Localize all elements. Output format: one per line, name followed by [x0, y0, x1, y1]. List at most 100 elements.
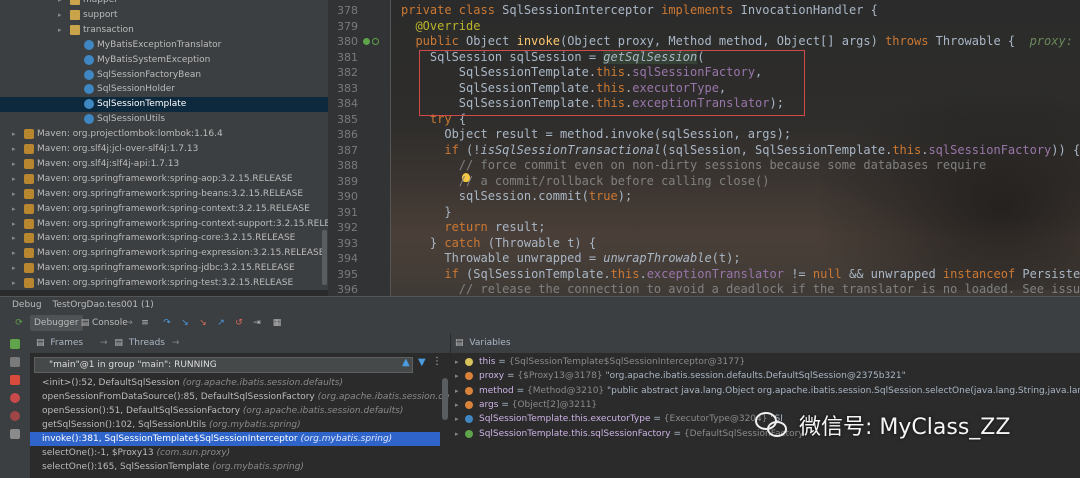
tree-item[interactable]: MyBatisExceptionTranslator	[0, 38, 328, 53]
step-out-icon[interactable]: ↗	[216, 318, 226, 328]
console-arrow-icon[interactable]: →	[124, 318, 134, 328]
next-frame-icon[interactable]: ▼	[418, 357, 426, 368]
expand-arrow-icon[interactable]: ▸	[12, 246, 20, 261]
expand-arrow-icon[interactable]: ▸	[12, 127, 20, 142]
tree-item[interactable]: ▸ Maven: org.springframework:spring-expre…	[0, 246, 328, 261]
expand-arrow-icon[interactable]: ▸	[12, 172, 20, 187]
code-line[interactable]: @Override	[401, 19, 480, 35]
expand-arrow-icon[interactable]: ▸	[12, 157, 20, 172]
code-line[interactable]: if (SqlSessionTemplate.this.exceptionTra…	[401, 267, 1080, 283]
expand-arrow-icon[interactable]: ▸	[12, 231, 20, 246]
code-line[interactable]: if (!isSqlSessionTransactional(sqlSessio…	[401, 143, 1080, 159]
breakpoint-icon[interactable]	[363, 38, 370, 45]
stack-frame-row[interactable]: getSqlSession():102, SqlSessionUtils (or…	[30, 418, 440, 432]
expand-arrow-icon[interactable]: ▸	[455, 384, 459, 398]
frames-tab[interactable]: Frames	[50, 338, 83, 348]
stack-frame-row[interactable]: selectOne():-1, $Proxy13 (com.sun.proxy)	[30, 446, 440, 460]
variable-row[interactable]: ▸ method = {Method@3210} "public abstract…	[451, 384, 1080, 398]
expand-arrow-icon[interactable]: ▸	[12, 217, 20, 232]
evaluate-expression-icon[interactable]: ▦	[272, 318, 282, 328]
code-line[interactable]: }	[401, 205, 451, 221]
tree-item[interactable]: ▸ Maven: org.springframework:spring-test:…	[0, 276, 328, 290]
settings-icon[interactable]	[10, 429, 20, 439]
tree-item[interactable]: ▸ Maven: org.springframework:spring-conte…	[0, 217, 328, 232]
code-token: Persisten	[1022, 266, 1080, 281]
variables-tab[interactable]: Variables	[469, 338, 510, 348]
tree-item[interactable]: MyBatisSystemException	[0, 53, 328, 68]
tree-item[interactable]: SqlSessionTemplate	[0, 97, 328, 113]
expand-arrow-icon[interactable]: ▸	[58, 0, 66, 8]
tree-item[interactable]: ▸ Maven: org.springframework:spring-conte…	[0, 202, 328, 217]
stack-frame-row[interactable]: selectOne():165, SqlSessionTemplate (org…	[30, 460, 440, 474]
filter-icon[interactable]: ⋮	[432, 356, 442, 367]
code-line[interactable]: // force commit even on non-dirty sessio…	[401, 158, 986, 174]
tree-item[interactable]: ▸ Maven: org.slf4j:jcl-over-slf4j:1.7.13	[0, 142, 328, 157]
code-token: (Throwable t) {	[487, 235, 597, 250]
step-into-icon[interactable]: ↘	[180, 318, 190, 328]
code-line[interactable]: } catch (Throwable t) {	[401, 236, 596, 252]
thread-selector[interactable]: "main"@1 in group "main": RUNNING ▾	[34, 357, 413, 373]
tree-item[interactable]: ▸ Maven: org.springframework:spring-core:…	[0, 231, 328, 246]
expand-arrow-icon[interactable]: ▸	[455, 369, 459, 383]
code-line[interactable]: // a commit/rollback before calling clos…	[401, 174, 770, 190]
code-line[interactable]: return result;	[401, 220, 545, 236]
frames-scrollbar[interactable]	[442, 378, 448, 420]
tree-item[interactable]: SqlSessionUtils	[0, 112, 328, 127]
stack-frame-row[interactable]: <init>():52, DefaultSqlSession (org.apac…	[30, 376, 440, 390]
stop-icon[interactable]	[10, 375, 20, 385]
code-line[interactable]: public Object invoke(Object proxy, Metho…	[401, 34, 1080, 50]
variable-row[interactable]: ▸ this = {SqlSessionTemplate$SqlSessionIn…	[451, 355, 1080, 369]
resume-icon[interactable]	[10, 339, 20, 349]
run-to-cursor-icon[interactable]: ⇥	[252, 318, 262, 328]
library-icon	[24, 218, 34, 229]
tree-item[interactable]: ▸ Maven: org.springframework:spring-beans…	[0, 187, 328, 202]
view-breakpoints-icon[interactable]	[10, 393, 20, 403]
pause-icon[interactable]	[10, 357, 20, 367]
expand-arrow-icon[interactable]: ▸	[12, 187, 20, 202]
code-editor[interactable]: private class SqlSessionInterceptor impl…	[391, 0, 1080, 296]
expand-arrow-icon[interactable]: ▸	[12, 202, 20, 217]
prev-frame-icon[interactable]: ▲	[402, 357, 410, 368]
code-line[interactable]: // release the connection to avoid a dea…	[401, 282, 1080, 296]
debug-config-label[interactable]: TestOrgDao.tes001 (1)	[52, 300, 153, 310]
expand-arrow-icon[interactable]: ▸	[12, 276, 20, 290]
tree-item[interactable]: ▸ Maven: org.slf4j:slf4j-api:1.7.13	[0, 157, 328, 172]
expand-arrow-icon[interactable]: ▸	[455, 398, 459, 412]
expand-arrow-icon[interactable]: ▸	[58, 8, 66, 23]
tree-item[interactable]: SqlSessionFactoryBean	[0, 68, 328, 83]
arrow-icon: →	[171, 338, 180, 348]
tree-item[interactable]: ▸ transaction	[0, 23, 328, 38]
tree-item[interactable]: SqlSessionHolder	[0, 82, 328, 97]
tree-item[interactable]: ▸ Maven: org.springframework:spring-jdbc:…	[0, 261, 328, 276]
variable-name: SqlSessionTemplate.this.sqlSessionFactor…	[479, 428, 671, 439]
code-line[interactable]: private class SqlSessionInterceptor impl…	[401, 3, 878, 19]
tree-item[interactable]: ▸ support	[0, 8, 328, 23]
expand-arrow-icon[interactable]: ▸	[12, 142, 20, 157]
tree-item[interactable]: ▸ mapper	[0, 0, 328, 8]
stack-frame-row[interactable]: invoke():381, SqlSessionTemplate$SqlSess…	[30, 432, 440, 446]
override-marker-icon[interactable]	[372, 38, 379, 45]
stack-frame-row[interactable]: openSessionFromDataSource():85, DefaultS…	[30, 390, 478, 404]
variable-row[interactable]: ▸ proxy = {$Proxy13@3178} "org.apache.iba…	[451, 369, 1080, 383]
code-line[interactable]: Throwable unwrapped = unwrapThrowable(t)…	[401, 251, 740, 267]
expand-arrow-icon[interactable]: ▸	[12, 261, 20, 276]
tab-debugger[interactable]: Debugger	[30, 315, 83, 331]
stack-frame-row[interactable]: openSession():51, DefaultSqlSessionFacto…	[30, 404, 440, 418]
expand-arrow-icon[interactable]: ▸	[58, 23, 66, 38]
expand-arrow-icon[interactable]: ▸	[455, 427, 459, 441]
force-step-into-icon[interactable]: ↘	[198, 318, 208, 328]
code-line[interactable]: sqlSession.commit(true);	[401, 189, 632, 205]
code-line[interactable]: Object result = method.invoke(sqlSession…	[401, 127, 791, 143]
expand-arrow-icon[interactable]: ▸	[455, 355, 459, 369]
code-token: sqlSessionFactory	[928, 142, 1052, 157]
tree-item[interactable]: ▸ Maven: org.springframework:spring-aop:3…	[0, 172, 328, 187]
rerun-icon[interactable]: ⟳	[14, 318, 24, 328]
tree-item[interactable]: ▸ Maven: org.projectlombok:lombok:1.16.4	[0, 127, 328, 142]
show-execution-point-icon[interactable]: ≡	[140, 318, 150, 328]
drop-frame-icon[interactable]: ↺	[234, 318, 244, 328]
step-over-icon[interactable]: ↷	[162, 318, 172, 328]
threads-tab[interactable]: Threads	[129, 338, 165, 348]
project-tree-scrollbar[interactable]	[322, 230, 327, 285]
expand-arrow-icon[interactable]: ▸	[455, 412, 459, 426]
mute-breakpoints-icon[interactable]	[10, 411, 20, 421]
